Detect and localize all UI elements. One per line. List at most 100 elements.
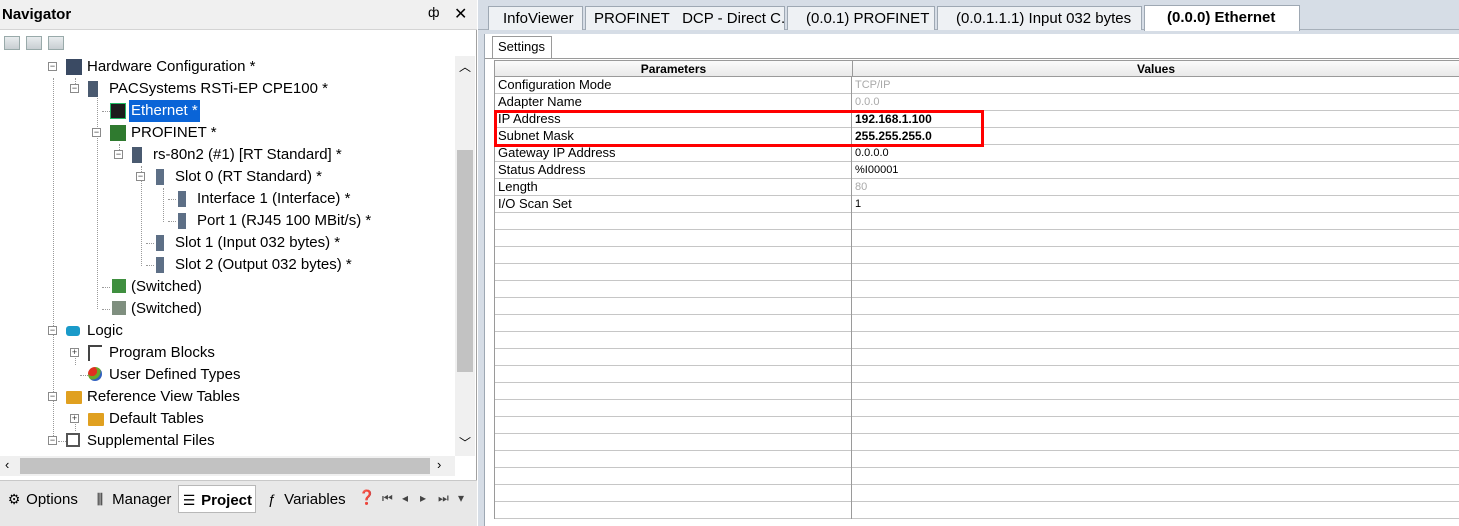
expand-toggle[interactable]: +: [70, 414, 79, 423]
parameter-value-cell[interactable]: TCP/IP: [852, 77, 1459, 94]
table-row[interactable]: Status Address %I00001: [494, 162, 1459, 179]
table-row[interactable]: [494, 434, 1459, 451]
tab-variables[interactable]: ƒ Variables: [262, 485, 350, 513]
tree-item-switched-2[interactable]: (Switched): [0, 298, 455, 320]
pin-icon[interactable]: ф: [428, 4, 440, 20]
tree-item-slot-1[interactable]: Slot 1 (Input 032 bytes) *: [0, 232, 455, 254]
tab-ethernet[interactable]: (0.0.0) Ethernet: [1144, 5, 1300, 31]
collapse-toggle[interactable]: −: [114, 150, 123, 159]
parameter-value-cell[interactable]: [852, 281, 1459, 298]
tree-item-rs-80n2[interactable]: − rs-80n2 (#1) [RT Standard] *: [0, 144, 455, 166]
parameter-value-cell[interactable]: [852, 315, 1459, 332]
parameter-value-cell[interactable]: 0.0.0.0: [852, 145, 1459, 162]
scrollbar-thumb[interactable]: [20, 458, 430, 474]
tab-manager[interactable]: ⫼ Manager: [90, 485, 174, 513]
table-row[interactable]: Length 80: [494, 179, 1459, 196]
table-row[interactable]: [494, 247, 1459, 264]
tree-item-hardware-configuration[interactable]: − Hardware Configuration *: [0, 56, 455, 78]
table-row[interactable]: I/O Scan Set 1: [494, 196, 1459, 213]
tree-horizontal-scrollbar[interactable]: ‹ ›: [0, 456, 455, 476]
table-row[interactable]: [494, 485, 1459, 502]
table-row[interactable]: [494, 213, 1459, 230]
chart-view-icon[interactable]: [26, 36, 42, 50]
tree-item-supplemental-files[interactable]: − Supplemental Files: [0, 430, 455, 452]
table-row[interactable]: [494, 264, 1459, 281]
parameter-value-cell[interactable]: [852, 298, 1459, 315]
parameter-value-cell[interactable]: [852, 366, 1459, 383]
table-row[interactable]: [494, 451, 1459, 468]
collapse-toggle[interactable]: −: [92, 128, 101, 137]
chevron-up-icon[interactable]: ︿: [459, 58, 471, 75]
tree-item-profinet[interactable]: − PROFINET *: [0, 122, 455, 144]
parameter-value-cell[interactable]: [852, 247, 1459, 264]
parameter-value-cell[interactable]: [852, 417, 1459, 434]
table-row[interactable]: [494, 281, 1459, 298]
chevron-down-icon[interactable]: ﹀: [459, 434, 471, 451]
tab-settings[interactable]: Settings: [492, 36, 552, 58]
next-tab-icon[interactable]: ▸: [420, 491, 426, 505]
parameter-value-cell[interactable]: [852, 332, 1459, 349]
tree-item-reference-view-tables[interactable]: − Reference View Tables: [0, 386, 455, 408]
collapse-toggle[interactable]: −: [70, 84, 79, 93]
properties-view-icon[interactable]: [48, 36, 64, 50]
table-row[interactable]: [494, 298, 1459, 315]
chevron-left-icon[interactable]: ‹: [5, 457, 9, 472]
table-row[interactable]: Gateway IP Address 0.0.0.0: [494, 145, 1459, 162]
parameter-value-cell[interactable]: [852, 502, 1459, 519]
values-column-header[interactable]: Values: [852, 60, 1459, 77]
tree-item-pacsystems-cpe100[interactable]: − PACSystems RSTi-EP CPE100 *: [0, 78, 455, 100]
chevron-right-icon[interactable]: ›: [437, 457, 441, 472]
table-row[interactable]: Adapter Name 0.0.0: [494, 94, 1459, 111]
table-row[interactable]: [494, 383, 1459, 400]
table-view-icon[interactable]: [4, 36, 20, 50]
help-icon[interactable]: ❓: [358, 489, 375, 506]
parameter-value-cell[interactable]: [852, 485, 1459, 502]
parameters-column-header[interactable]: Parameters: [494, 60, 853, 77]
tree-item-slot-0[interactable]: − Slot 0 (RT Standard) *: [0, 166, 455, 188]
parameter-value-cell[interactable]: 0.0.0: [852, 94, 1459, 111]
table-row[interactable]: [494, 315, 1459, 332]
table-row[interactable]: Configuration Mode TCP/IP: [494, 77, 1459, 94]
tree-vertical-scrollbar[interactable]: ︿ ﹀: [455, 56, 475, 456]
parameter-value-cell[interactable]: 80: [852, 179, 1459, 196]
table-row[interactable]: [494, 417, 1459, 434]
parameter-value-cell[interactable]: [852, 451, 1459, 468]
parameter-value-cell[interactable]: [852, 434, 1459, 451]
table-row[interactable]: [494, 502, 1459, 519]
tab-options[interactable]: ⚙ Options: [4, 485, 84, 513]
tree-item-switched-1[interactable]: (Switched): [0, 276, 455, 298]
tree-item-default-tables[interactable]: + Default Tables: [0, 408, 455, 430]
parameter-value-cell[interactable]: 1: [852, 196, 1459, 213]
collapse-toggle[interactable]: −: [48, 436, 57, 445]
table-row[interactable]: [494, 468, 1459, 485]
tab-profinet[interactable]: (0.0.1) PROFINET: [787, 6, 935, 30]
table-row[interactable]: [494, 332, 1459, 349]
tab-list-dropdown-icon[interactable]: ▾: [458, 491, 464, 505]
tree-item-slot-2[interactable]: Slot 2 (Output 032 bytes) *: [0, 254, 455, 276]
previous-tab-icon[interactable]: ◂: [402, 491, 408, 505]
last-tab-icon[interactable]: ⏭: [438, 491, 449, 506]
parameter-value-cell[interactable]: [852, 349, 1459, 366]
tree-item-port-1[interactable]: Port 1 (RJ45 100 MBit/s) *: [0, 210, 455, 232]
collapse-toggle[interactable]: −: [48, 62, 57, 71]
expand-toggle[interactable]: +: [70, 348, 79, 357]
tab-input-032-bytes[interactable]: (0.0.1.1.1) Input 032 bytes: [937, 6, 1142, 30]
collapse-toggle[interactable]: −: [136, 172, 145, 181]
collapse-toggle[interactable]: −: [48, 326, 57, 335]
tree-item-user-defined-types[interactable]: User Defined Types: [0, 364, 455, 386]
parameter-value-cell[interactable]: [852, 468, 1459, 485]
tree-item-logic[interactable]: − Logic: [0, 320, 455, 342]
parameter-value-cell[interactable]: [852, 213, 1459, 230]
table-row[interactable]: [494, 366, 1459, 383]
tab-project[interactable]: ☰ Project: [178, 485, 256, 513]
close-icon[interactable]: ✕: [454, 4, 467, 24]
collapse-toggle[interactable]: −: [48, 392, 57, 401]
parameter-value-cell[interactable]: %I00001: [852, 162, 1459, 179]
tree-item-interface-1[interactable]: Interface 1 (Interface) *: [0, 188, 455, 210]
first-tab-icon[interactable]: ⏮: [382, 491, 393, 506]
parameter-value-cell[interactable]: [852, 383, 1459, 400]
table-row[interactable]: [494, 349, 1459, 366]
parameter-value-cell[interactable]: [852, 400, 1459, 417]
table-row[interactable]: [494, 400, 1459, 417]
table-row[interactable]: [494, 230, 1459, 247]
